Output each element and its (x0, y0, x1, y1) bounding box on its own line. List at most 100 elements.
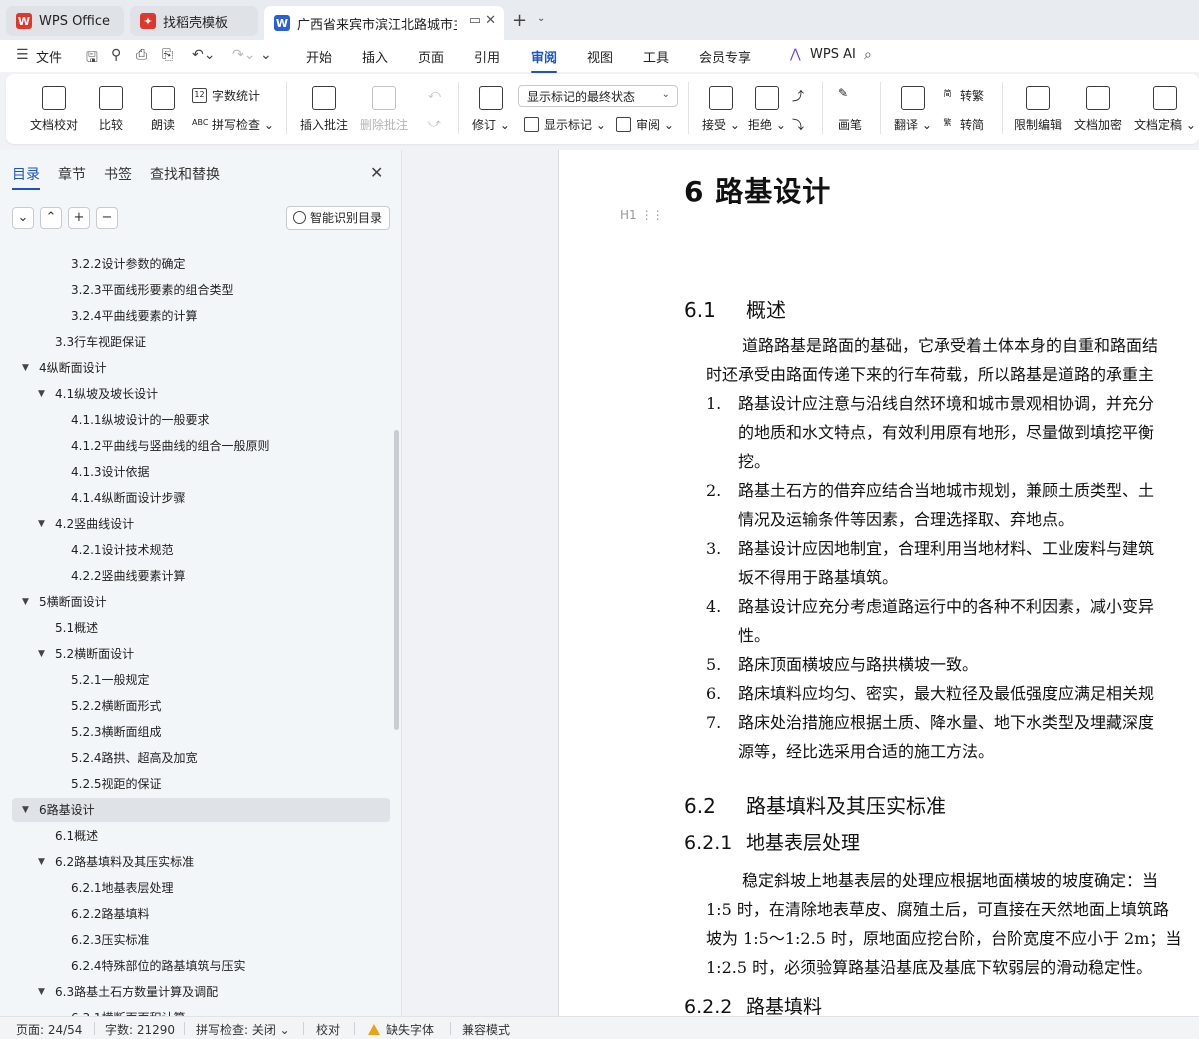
menu-wps-ai[interactable]: WPS AI (810, 47, 856, 62)
expand-arrow-icon[interactable]: ▼ (38, 980, 45, 1004)
add-heading-button[interactable]: + (68, 207, 90, 229)
next-comment-icon[interactable]: ⤻ (428, 116, 441, 131)
toc-item[interactable]: ▼ 4.2竖曲线设计 (12, 512, 390, 536)
accept-button[interactable]: 接受 ⌄ (702, 86, 740, 133)
toc-item[interactable]: ▼ 6.2路基填料及其压实标准 (12, 850, 390, 874)
toc-item[interactable]: 4.2.2竖曲线要素计算 (12, 564, 390, 588)
prev-comment-icon[interactable]: ⤺ (428, 87, 441, 102)
toc-item[interactable]: 5.2.4路拱、超高及加宽 (12, 746, 390, 770)
reject-button[interactable]: 拒绝 ⌄ (748, 86, 786, 133)
tab-bookmarks[interactable]: 书签 (104, 164, 132, 184)
print-icon[interactable]: ⎙ (136, 47, 147, 63)
toc-item[interactable]: 6.2.2路基填料 (12, 902, 390, 926)
toc-item[interactable]: 6.2.4特殊部位的路基填筑与压实 (12, 954, 390, 978)
toc-item[interactable]: 5.2.3横断面组成 (12, 720, 390, 744)
compare-button[interactable]: 比较 (99, 86, 123, 133)
toc-item[interactable]: 4.1.1纵坡设计的一般要求 (12, 408, 390, 432)
expand-arrow-icon[interactable]: ▼ (22, 798, 29, 822)
toc-item[interactable]: ▼ 4纵断面设计 (12, 356, 390, 380)
toc-item[interactable]: 6.2.3压实标准 (12, 928, 390, 952)
toc-item[interactable]: 3.2.2设计参数的确定 (12, 252, 390, 276)
page-indicator[interactable]: 页面: 24/54 (16, 1021, 82, 1038)
expand-arrow-icon[interactable]: ▼ (38, 382, 45, 406)
heading-level-marker[interactable]: H1 ⋮⋮ (620, 208, 664, 222)
menu-references[interactable]: 引用 (474, 47, 500, 66)
link-icon[interactable]: ⚲ (111, 47, 121, 63)
toc-scrollbar[interactable] (394, 430, 399, 730)
expand-arrow-icon[interactable]: ▼ (38, 850, 45, 874)
collapse-all-button[interactable]: ⌄ (12, 207, 34, 229)
delete-comment-button[interactable]: 删除批注 (360, 86, 408, 133)
chevron-down-icon[interactable]: ⌄ (537, 13, 545, 24)
toc-item[interactable]: 6.3.1横断面面积计算 (12, 1006, 390, 1016)
menu-icon[interactable]: ☰ (16, 47, 29, 63)
menu-page[interactable]: 页面 (418, 47, 444, 66)
toc-item[interactable]: ▼ 4.1纵坡及坡长设计 (12, 382, 390, 406)
more-chevron-icon[interactable]: ⌄ (260, 47, 272, 63)
drag-handle-icon[interactable]: ⋮⋮ (641, 208, 664, 222)
toc-item[interactable]: 5.2.2横断面形式 (12, 694, 390, 718)
to-simplified-button[interactable]: 繁 转简 (940, 116, 985, 133)
smart-toc-button[interactable]: 智能识别目录 (286, 206, 390, 230)
tab-sections[interactable]: 章节 (58, 164, 86, 184)
toc-item[interactable]: 4.1.4纵断面设计步骤 (12, 486, 390, 510)
menu-view[interactable]: 视图 (587, 47, 613, 66)
pen-button[interactable]: ✎ 画笔 (838, 86, 862, 133)
spell-check-status[interactable]: 拼写检查: 关闭 ⌄ (196, 1021, 290, 1038)
close-icon[interactable]: ✕ (370, 163, 383, 182)
toc-item[interactable]: 3.2.4平曲线要素的计算 (12, 304, 390, 328)
redo-icon[interactable]: ↷⌄ (232, 47, 255, 63)
tab-find-replace[interactable]: 查找和替换 (150, 164, 220, 184)
toc-item[interactable]: ▼ 5横断面设计 (12, 590, 390, 614)
missing-font-status[interactable]: 缺失字体 (368, 1021, 434, 1038)
search-icon[interactable]: ⌕ (864, 47, 872, 63)
doc-check-button[interactable]: 文档校对 (30, 86, 78, 133)
finalize-button[interactable]: 文档定稿 ⌄ (1134, 86, 1196, 133)
toc-item[interactable]: 5.1概述 (12, 616, 390, 640)
tab-close-icon[interactable]: ▭ ✕ (469, 13, 496, 28)
markup-state-select[interactable]: 显示标记的最终状态 ⌄ (518, 85, 678, 107)
menu-insert[interactable]: 插入 (362, 47, 388, 66)
toc-item[interactable]: 3.3行车视距保证 (12, 330, 390, 354)
restrict-edit-button[interactable]: 限制编辑 (1014, 86, 1062, 133)
expand-arrow-icon[interactable]: ▼ (38, 642, 45, 666)
tab-wps-office[interactable]: W WPS Office (6, 6, 124, 36)
tab-toc[interactable]: 目录 (12, 164, 40, 190)
show-markup-button[interactable]: 显示标记 ⌄ (524, 116, 606, 133)
toc-item[interactable]: 6.2.1地基表层处理 (12, 876, 390, 900)
read-aloud-button[interactable]: 朗读 (151, 86, 175, 133)
insert-comment-button[interactable]: 插入批注 (300, 86, 348, 133)
tab-document[interactable]: W 广西省来宾市滨江北路城市主干 ▭ ✕ (264, 6, 504, 40)
menu-tools[interactable]: 工具 (643, 47, 669, 66)
toc-item[interactable]: 4.1.2平曲线与竖曲线的组合一般原则 (12, 434, 390, 458)
word-count-status[interactable]: 字数: 21290 (105, 1021, 175, 1038)
menu-file[interactable]: 文件 (36, 47, 62, 66)
undo-icon[interactable]: ↶⌄ (192, 47, 215, 63)
encrypt-button[interactable]: 文档加密 (1074, 86, 1122, 133)
review-pane-button[interactable]: 审阅 ⌄ (616, 116, 674, 133)
menu-review[interactable]: 审阅 (531, 47, 558, 73)
expand-arrow-icon[interactable]: ▼ (22, 590, 29, 614)
toc-item[interactable]: ▼ 5.2横断面设计 (12, 642, 390, 666)
new-tab-icon[interactable]: + (512, 10, 527, 31)
translate-button[interactable]: 翻译 ⌄ (894, 86, 932, 133)
toc-item[interactable]: 4.1.3设计依据 (12, 460, 390, 484)
toc-item[interactable]: 6.1概述 (12, 824, 390, 848)
prev-change-icon[interactable]: ⤴ (792, 87, 804, 104)
expand-arrow-icon[interactable]: ▼ (22, 356, 29, 380)
toc-item[interactable]: 5.2.1一般规定 (12, 668, 390, 692)
expand-arrow-icon[interactable]: ▼ (38, 512, 45, 536)
toc-item[interactable]: 5.2.5视距的保证 (12, 772, 390, 796)
tab-docer[interactable]: ✦ 找稻壳模板 (130, 6, 258, 36)
to-traditional-button[interactable]: 简 转繁 (940, 87, 985, 104)
toc-item[interactable]: 3.2.3平面线形要素的组合类型 (12, 278, 390, 302)
expand-up-button[interactable]: ⌃ (40, 207, 62, 229)
proofread-status[interactable]: 校对 (316, 1021, 340, 1038)
wps-ai-icon[interactable]: ⋀ (790, 47, 801, 62)
toc-item[interactable]: ▼ 6路基设计 (12, 798, 390, 822)
print-preview-icon[interactable]: ⎘ (162, 47, 173, 63)
menu-member[interactable]: 会员专享 (699, 47, 751, 66)
menu-home[interactable]: 开始 (306, 47, 332, 66)
toc-item[interactable]: ▼ 6.3路基土石方数量计算及调配 (12, 980, 390, 1004)
revise-button[interactable]: 修订 ⌄ (472, 86, 510, 133)
